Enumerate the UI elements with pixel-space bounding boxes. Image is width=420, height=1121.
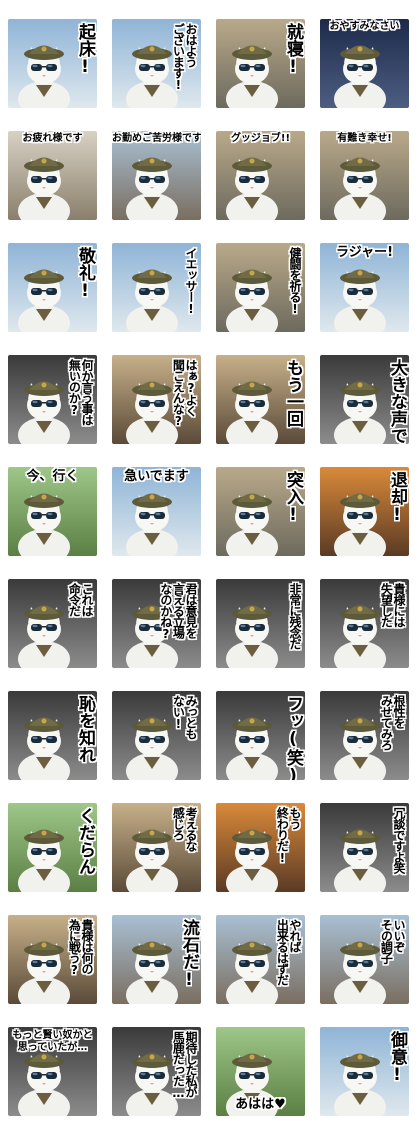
sticker-caption: これは 命令だ: [67, 583, 94, 616]
sticker-tile[interactable]: 考えるな 感じろ: [112, 803, 201, 892]
sticker-caption: 貴様には 失望した: [379, 583, 406, 627]
sticker-tile[interactable]: 急いでます: [112, 467, 201, 556]
sticker-tile[interactable]: グッジョブ!!: [216, 131, 305, 220]
sticker-caption: 何か言う事は 無いのか?: [67, 359, 94, 425]
sticker-tile[interactable]: これは 命令だ: [8, 579, 97, 668]
sticker-tile[interactable]: 何か言う事は 無いのか?: [8, 355, 97, 444]
sticker-tile[interactable]: 貴様は何の 為に戦う?: [8, 915, 97, 1004]
sticker-tile[interactable]: 流石だ!: [112, 915, 201, 1004]
sticker-caption: もう一回: [283, 359, 303, 427]
sticker-tile[interactable]: もう 終わりだ!: [216, 803, 305, 892]
sticker-caption: 敬礼!: [75, 247, 95, 301]
sticker-caption: 流石だ!: [179, 919, 199, 990]
sticker-tile[interactable]: お勤めご苦労様です: [112, 131, 201, 220]
sticker-tile[interactable]: 起床!: [8, 19, 97, 108]
sticker-tile[interactable]: 非常に残念だ: [216, 579, 305, 668]
sticker-caption: 考えるな 感じろ: [171, 807, 198, 851]
sticker-tile[interactable]: みっとも ない!: [112, 691, 201, 780]
sticker-tile[interactable]: やれば 出来るはずだ: [216, 915, 305, 1004]
sticker-tile[interactable]: 期待した私が 馬鹿だった…: [112, 1027, 201, 1116]
sticker-caption: 退却!: [387, 471, 407, 525]
sticker-caption: 恥を知れ: [75, 695, 95, 763]
sticker-tile[interactable]: おやすみなさい: [320, 19, 409, 108]
sticker-caption: 健闘を祈る!: [288, 247, 302, 315]
sticker-caption: いいぞ その調子: [379, 919, 406, 963]
sticker-tile[interactable]: 恥を知れ: [8, 691, 97, 780]
sticker-caption: 今、行く: [26, 469, 79, 484]
sticker-caption: おはよう ございます!: [171, 23, 198, 91]
sticker-caption: おやすみなさい: [329, 21, 400, 32]
sticker-caption: 根性を みせてみろ: [379, 695, 406, 750]
sticker-caption: お勤めご苦労様です: [112, 133, 201, 144]
sticker-tile[interactable]: はぁ?よく 聞こえんな?: [112, 355, 201, 444]
sticker-caption: 就寝!: [283, 23, 303, 77]
sticker-tile[interactable]: 根性を みせてみろ: [320, 691, 409, 780]
sticker-tile[interactable]: あはは♥: [216, 1027, 305, 1116]
sticker-caption: イエッサー!: [184, 247, 198, 315]
sticker-caption: 急いでます: [124, 469, 189, 484]
sticker-tile[interactable]: 御意!: [320, 1027, 409, 1116]
sticker-tile[interactable]: 就寝!: [216, 19, 305, 108]
sticker-tile[interactable]: 退却!: [320, 467, 409, 556]
sticker-tile[interactable]: 敬礼!: [8, 243, 97, 332]
sticker-caption: 貴様は何の 為に戦う?: [67, 919, 94, 976]
sticker-tile[interactable]: お疲れ様です: [8, 131, 97, 220]
sticker-caption: あはは♥: [235, 1097, 286, 1113]
sticker-tile[interactable]: 健闘を祈る!: [216, 243, 305, 332]
sticker-tile[interactable]: ラジャー!: [320, 243, 409, 332]
sticker-tile[interactable]: もう一回: [216, 355, 305, 444]
sticker-caption: もう 終わりだ!: [275, 807, 302, 864]
sticker-tile[interactable]: 有難き幸せ!: [320, 131, 409, 220]
sticker-caption: 有難き幸せ!: [337, 133, 392, 144]
sticker-caption: やれば 出来るはずだ: [275, 919, 302, 985]
sticker-tile[interactable]: 君は意見を 言える立場 なのかね?: [112, 579, 201, 668]
sticker-caption: 御意!: [387, 1031, 407, 1085]
sticker-tile[interactable]: フッ(笑): [216, 691, 305, 780]
sticker-caption: 非常に残念だ: [288, 583, 302, 649]
sticker-tile[interactable]: 大きな声で: [320, 355, 409, 444]
sticker-tile[interactable]: イエッサー!: [112, 243, 201, 332]
sticker-caption: 冗談ですよ笑: [392, 807, 406, 873]
sticker-caption: グッジョブ!!: [230, 133, 291, 144]
sticker-tile[interactable]: いいぞ その調子: [320, 915, 409, 1004]
sticker-caption: もっと賢い奴かと 思っていたが…: [12, 1030, 93, 1053]
sticker-tile[interactable]: おはよう ございます!: [112, 19, 201, 108]
sticker-caption: ラジャー!: [335, 245, 394, 260]
sticker-caption: 突入!: [283, 471, 303, 525]
sticker-tile[interactable]: 冗談ですよ笑: [320, 803, 409, 892]
sticker-tile[interactable]: 突入!: [216, 467, 305, 556]
sticker-caption: 大きな声で: [387, 359, 407, 444]
sticker-caption: はぁ?よく 聞こえんな?: [171, 359, 198, 427]
sticker-tile[interactable]: もっと賢い奴かと 思っていたが…: [8, 1027, 97, 1116]
sticker-caption: 君は意見を 言える立場 なのかね?: [158, 583, 198, 640]
sticker-caption: くだらん: [75, 807, 95, 875]
sticker-caption: お疲れ様です: [22, 133, 83, 144]
sticker-tile[interactable]: くだらん: [8, 803, 97, 892]
sticker-caption: みっとも ない!: [171, 695, 198, 739]
sticker-caption: 期待した私が 馬鹿だった…: [171, 1031, 198, 1099]
sticker-caption: 起床!: [75, 23, 95, 77]
sticker-tile[interactable]: 貴様には 失望した: [320, 579, 409, 668]
sticker-tile[interactable]: 今、行く: [8, 467, 97, 556]
sticker-grid: 起床! おはよう ございます! 就寝! おやすみなさいお疲れ様です お勤めご苦労様です グ…: [8, 19, 412, 1116]
sticker-caption: フッ(笑): [283, 695, 303, 780]
